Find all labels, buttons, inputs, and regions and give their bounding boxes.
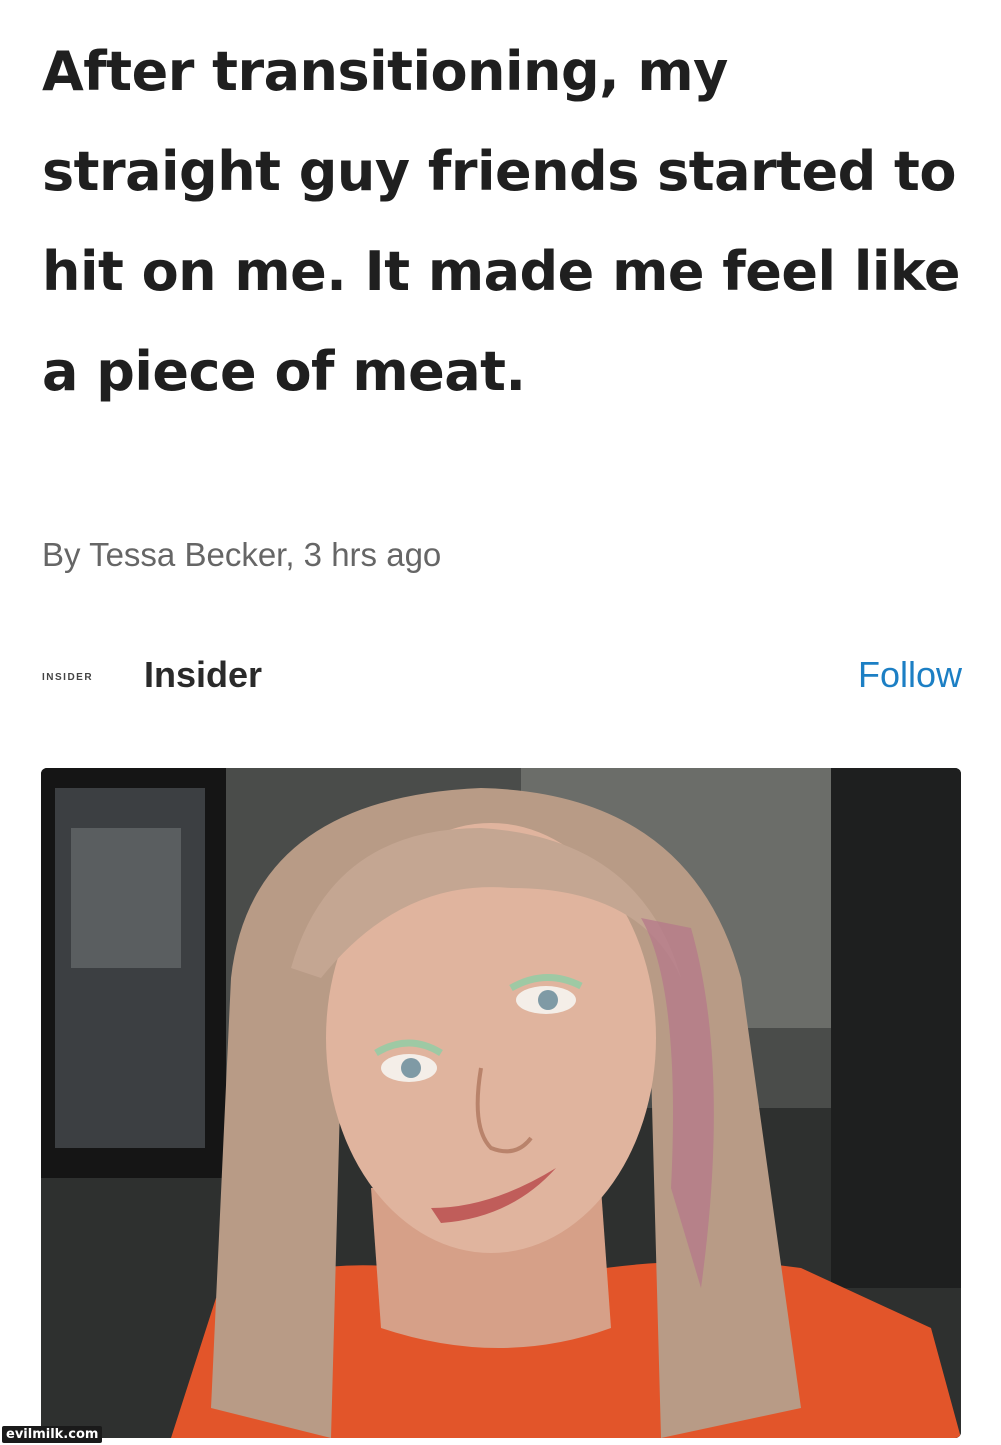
photo-poster-detail	[71, 828, 181, 968]
follow-button[interactable]: Follow	[858, 654, 962, 696]
publisher-name[interactable]: Insider	[144, 654, 262, 696]
article-byline: By Tessa Becker, 3 hrs ago	[42, 536, 442, 573]
insider-logo: INSIDER	[42, 671, 94, 683]
watermark: evilmilk.com	[2, 1426, 103, 1443]
article-photo[interactable]	[41, 768, 961, 1438]
photo-door	[831, 768, 961, 1288]
publisher-row: INSIDER Insider Follow	[42, 645, 962, 705]
article-photo-illustration	[41, 768, 961, 1438]
article-headline: After transitioning, my straight guy fri…	[42, 40, 960, 403]
